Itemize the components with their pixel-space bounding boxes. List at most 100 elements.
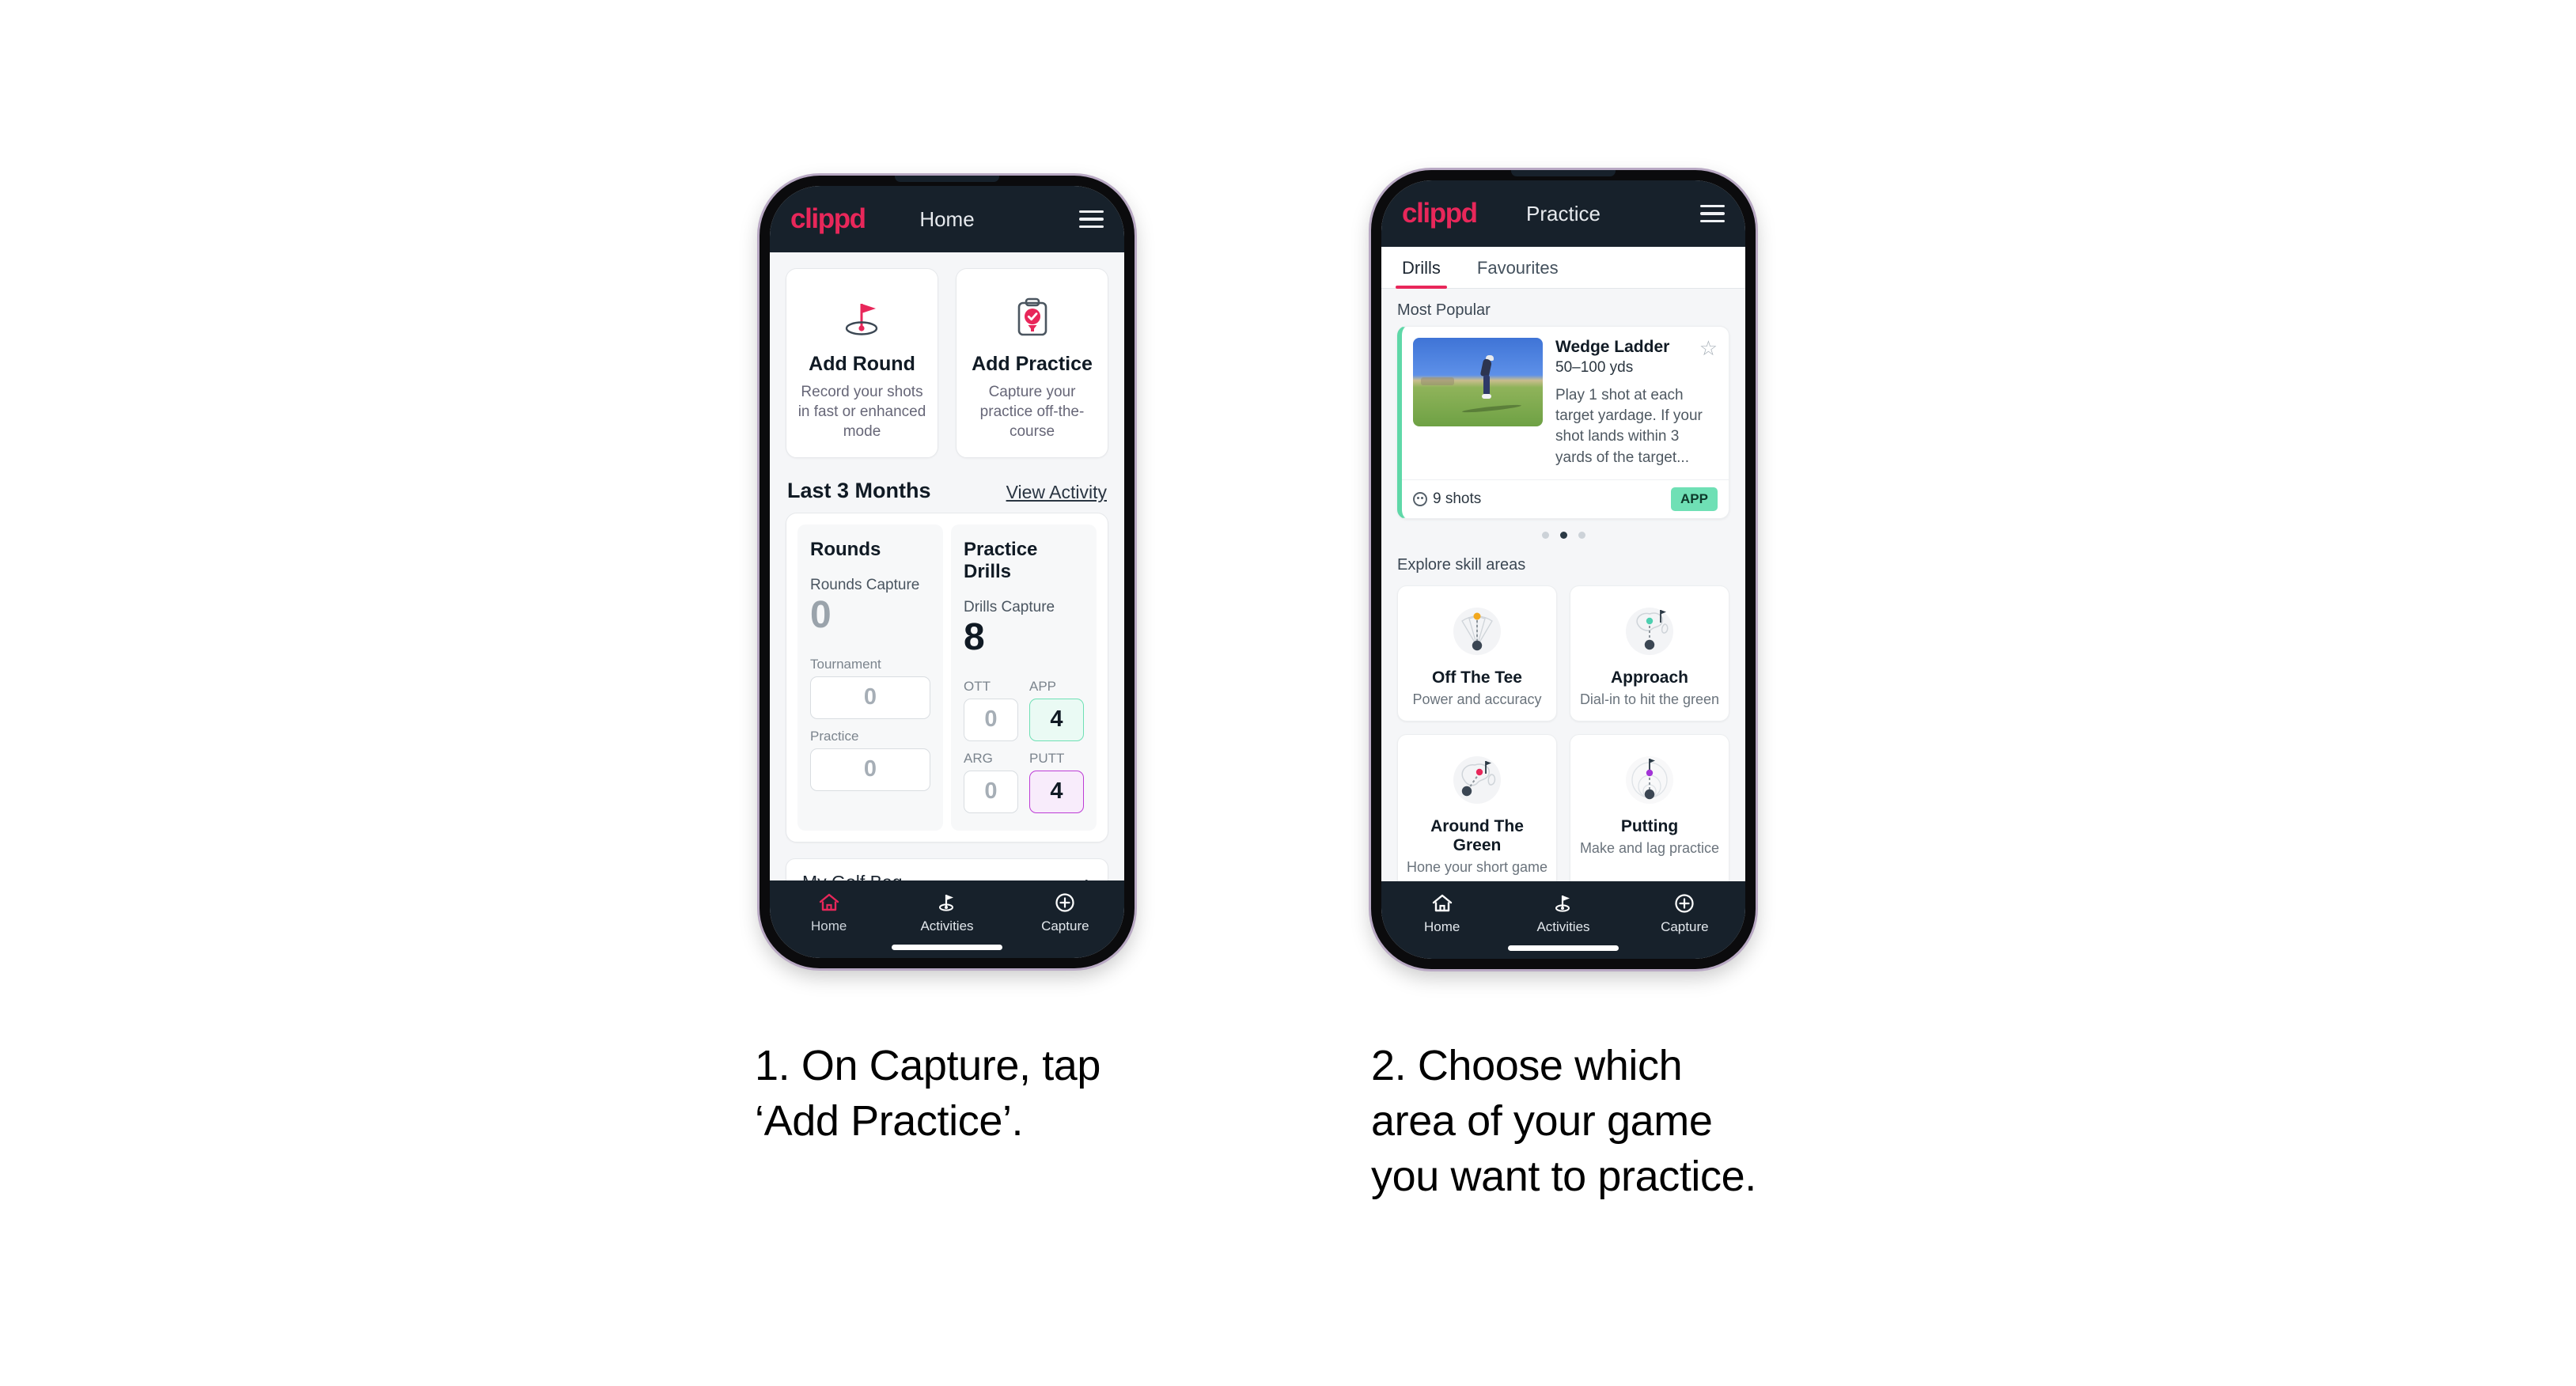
- rounds-breakdown: Tournament 0 Practice 0: [810, 657, 930, 791]
- stats-card: Rounds Rounds Capture 0 Tournament 0 Pra…: [786, 513, 1108, 843]
- nav-item-activities[interactable]: Activities: [888, 892, 1006, 934]
- nav-activities-label: Activities: [920, 918, 974, 933]
- drills-capture-label: Drills Capture: [964, 599, 1055, 616]
- drill-meta: Wedge Ladder 50–100 yds ☆ Play 1 shot at…: [1555, 338, 1718, 468]
- clippd-logo[interactable]: clippd: [790, 203, 866, 235]
- skill-areas-grid: Off The Tee Power and accuracy Approach …: [1381, 581, 1745, 881]
- carousel-dot-active[interactable]: [1559, 531, 1567, 539]
- drill-name: Wedge Ladder: [1555, 338, 1670, 356]
- drills-ott-value[interactable]: 0: [964, 698, 1018, 741]
- rounds-column: Rounds Rounds Capture 0 Tournament 0 Pra…: [797, 524, 943, 831]
- drills-ott: OTT 0: [964, 679, 1018, 741]
- chevron-right-icon: ›: [1085, 871, 1092, 880]
- app-header-home: clippd Home: [770, 186, 1124, 252]
- approach-green-icon: [1578, 597, 1721, 665]
- view-activity-link[interactable]: View Activity: [1006, 482, 1107, 503]
- skill-card-around-the-green[interactable]: Around The Green Hone your short game: [1397, 733, 1557, 881]
- drills-app-value[interactable]: 4: [1029, 698, 1084, 741]
- drill-card-wedge-ladder[interactable]: Wedge Ladder 50–100 yds ☆ Play 1 shot at…: [1397, 326, 1729, 519]
- carousel-dots: [1397, 519, 1729, 543]
- bottom-nav-practice: Home Activities Capture: [1381, 881, 1745, 959]
- practice-drills-column: Practice Drills Drills Capture 8 OTT 0 A…: [951, 524, 1097, 831]
- drills-putt-value[interactable]: 4: [1029, 770, 1084, 813]
- drills-app: APP 4: [1029, 679, 1084, 741]
- bottom-nav-home: Home Activities Capture: [770, 880, 1124, 958]
- phone-screen-practice: clippd Practice Drills Favourites Most P…: [1381, 180, 1745, 959]
- hamburger-menu-icon[interactable]: [1700, 204, 1725, 223]
- nav-home-label: Home: [810, 918, 847, 933]
- home-indicator-bar: [892, 945, 1002, 950]
- nav-item-home[interactable]: Home: [770, 892, 888, 934]
- add-practice-subtitle: Capture your practice off-the-course: [979, 384, 1085, 441]
- drills-app-label: APP: [1029, 678, 1057, 694]
- drills-putt-label: PUTT: [1029, 750, 1065, 766]
- rounds-capture-value: 0: [810, 594, 832, 637]
- rounds-title: Rounds: [810, 539, 881, 561]
- phone-notch: [895, 176, 999, 182]
- plus-circle-icon: [1054, 892, 1076, 914]
- phone-mockup-home: clippd Home Add Round Record your shots …: [760, 176, 1135, 968]
- drill-yardage: 50–100 yds: [1555, 359, 1634, 376]
- drills-putt: PUTT 4: [1029, 751, 1084, 813]
- phone-notch: [1511, 170, 1616, 176]
- golf-flag-icon: [1552, 892, 1574, 915]
- target-icon: [1413, 491, 1427, 506]
- carousel-dot[interactable]: [1578, 531, 1585, 539]
- add-round-card[interactable]: Add Round Record your shots in fast or e…: [786, 268, 938, 459]
- rounds-tournament-value[interactable]: 0: [810, 676, 930, 719]
- plus-circle-icon: [1673, 892, 1695, 915]
- rounds-tournament-label: Tournament: [810, 656, 881, 672]
- drills-arg-value[interactable]: 0: [964, 770, 1018, 813]
- home-scroll-body: Add Round Record your shots in fast or e…: [770, 252, 1124, 880]
- skill-card-off-the-tee[interactable]: Off The Tee Power and accuracy: [1397, 585, 1557, 721]
- rounds-capture-label: Rounds Capture: [810, 577, 920, 594]
- golf-flag-icon: [936, 892, 958, 914]
- rounds-tournament: Tournament 0: [810, 657, 930, 719]
- quick-actions-row: Add Round Record your shots in fast or e…: [770, 252, 1124, 459]
- tab-favourites[interactable]: Favourites: [1472, 247, 1563, 288]
- carousel-dot[interactable]: [1541, 531, 1549, 539]
- section-title: Last 3 Months: [787, 479, 931, 503]
- nav-activities-label: Activities: [1536, 919, 1590, 934]
- skill-card-approach[interactable]: Approach Dial-in to hit the green: [1570, 585, 1729, 721]
- app-header-practice: clippd Practice: [1381, 180, 1745, 247]
- around-green-icon: [1406, 746, 1548, 814]
- drill-category-badge: APP: [1671, 487, 1718, 511]
- drills-capture-value: 8: [964, 616, 985, 659]
- home-icon: [1431, 892, 1453, 915]
- last-3-months-header: Last 3 Months View Activity: [770, 458, 1124, 513]
- practice-scroll-body: Most Popular Wedge Ladder 50–100 yds ☆ P…: [1381, 289, 1745, 881]
- skill-subtitle: Dial-in to hit the green: [1579, 691, 1720, 707]
- hamburger-menu-icon[interactable]: [1079, 210, 1104, 229]
- clipboard-check-tee-icon: [966, 286, 1098, 348]
- nav-item-activities[interactable]: Activities: [1502, 892, 1623, 935]
- nav-item-capture[interactable]: Capture: [1624, 892, 1745, 935]
- rounds-practice-value[interactable]: 0: [810, 748, 930, 791]
- drill-carousel[interactable]: Wedge Ladder 50–100 yds ☆ Play 1 shot at…: [1381, 326, 1745, 543]
- star-outline-icon[interactable]: ☆: [1699, 338, 1718, 358]
- my-golf-bag-row[interactable]: My Golf Bag ›: [786, 858, 1108, 880]
- phone-screen-home: clippd Home Add Round Record your shots …: [770, 186, 1124, 958]
- nav-item-capture[interactable]: Capture: [1006, 892, 1124, 934]
- drill-card-top: Wedge Ladder 50–100 yds ☆ Play 1 shot at…: [1402, 327, 1729, 479]
- skill-card-putting[interactable]: Putting Make and lag practice: [1570, 733, 1729, 881]
- drills-arg: ARG 0: [964, 751, 1018, 813]
- nav-item-home[interactable]: Home: [1381, 892, 1502, 935]
- rounds-practice-label: Practice: [810, 728, 859, 744]
- home-indicator-bar: [1508, 945, 1619, 951]
- golf-flag-hole-icon: [796, 286, 928, 348]
- home-icon: [818, 892, 840, 914]
- tab-drills[interactable]: Drills: [1396, 247, 1447, 289]
- skill-name: Putting: [1620, 816, 1679, 835]
- putting-rings-icon: [1578, 746, 1721, 814]
- add-practice-card[interactable]: Add Practice Capture your practice off-t…: [956, 268, 1108, 459]
- screenshot-canvas: clippd Home Add Round Record your shots …: [0, 0, 2576, 1386]
- most-popular-label: Most Popular: [1397, 301, 1491, 319]
- drill-thumbnail: [1413, 338, 1543, 426]
- clippd-logo[interactable]: clippd: [1402, 198, 1478, 229]
- add-practice-title: Add Practice: [972, 353, 1093, 375]
- practice-tabs: Drills Favourites: [1381, 247, 1745, 289]
- drill-shots: 9 shots: [1413, 490, 1481, 508]
- nav-home-label: Home: [1423, 919, 1460, 934]
- skill-subtitle: Hone your short game: [1406, 858, 1548, 875]
